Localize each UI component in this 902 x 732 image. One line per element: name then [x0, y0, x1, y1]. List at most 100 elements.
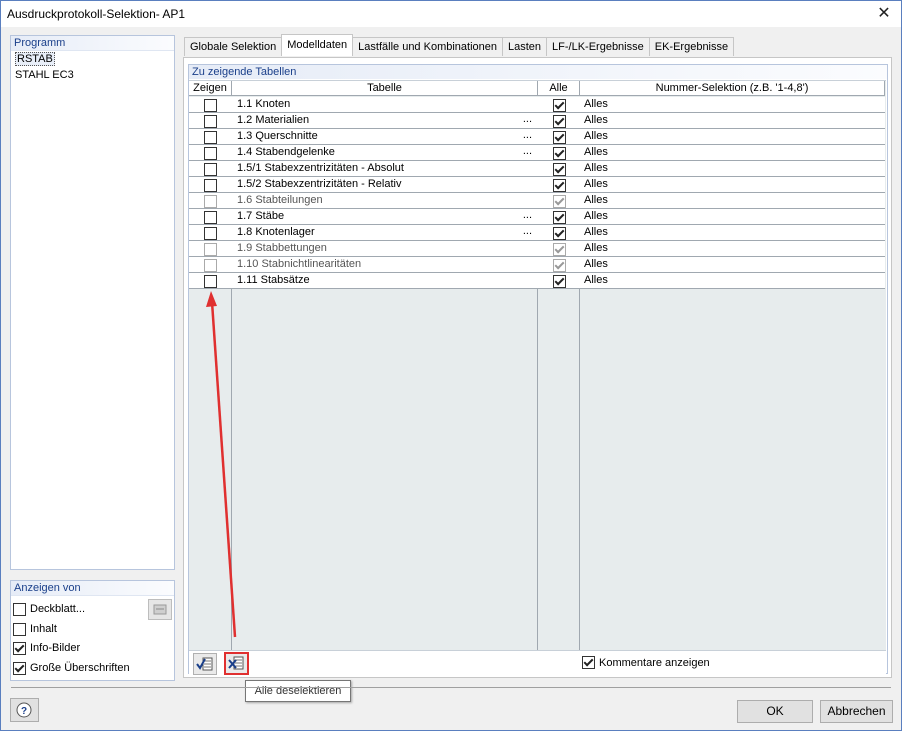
selection-cell[interactable]: Alles: [584, 177, 884, 192]
edit-sheet-icon: [153, 604, 167, 615]
table-toolbar: Kommentare anzeigen: [189, 650, 886, 675]
col-header-show: Zeigen: [189, 81, 232, 96]
table-row[interactable]: 1.4 Stabendgelenke... Alles: [189, 145, 885, 161]
footer-separator: [11, 687, 891, 688]
deckblatt-checkbox[interactable]: [13, 602, 26, 616]
show-checkbox[interactable]: [204, 99, 217, 112]
all-cell: [538, 113, 580, 128]
all-cell: [538, 145, 580, 160]
program-item-label: STAHL EC3: [15, 69, 74, 81]
ok-button[interactable]: OK: [737, 700, 813, 723]
all-checkbox[interactable]: [553, 275, 566, 288]
comments-toggle[interactable]: Kommentare anzeigen: [582, 656, 710, 669]
tab-panel-modelldaten: Zu zeigende Tabellen Zeigen Tabelle Alle…: [183, 57, 892, 678]
more-options-button[interactable]: ...: [523, 145, 532, 158]
show-checkbox[interactable]: [204, 259, 217, 272]
tab-lastfaelle[interactable]: Lastfälle und Kombinationen: [352, 37, 503, 56]
show-cell: [189, 129, 232, 144]
show-cell: [189, 145, 232, 160]
selection-cell[interactable]: Alles: [584, 129, 884, 144]
selection-cell[interactable]: Alles: [584, 273, 884, 288]
show-checkbox[interactable]: [204, 243, 217, 256]
deselect-all-icon: [228, 656, 244, 670]
table-row[interactable]: 1.9 Stabbettungen Alles: [189, 241, 885, 257]
show-checkbox[interactable]: [204, 147, 217, 160]
more-options-button[interactable]: ...: [523, 209, 532, 222]
all-checkbox[interactable]: [553, 163, 566, 176]
table-name-cell: 1.2 Materialien...: [237, 113, 532, 128]
deselect-all-button[interactable]: [224, 652, 249, 675]
selection-cell[interactable]: Alles: [584, 113, 884, 128]
show-checkbox[interactable]: [204, 131, 217, 144]
tab-ek-ergebnisse[interactable]: EK-Ergebnisse: [648, 37, 735, 56]
show-options-panel: Anzeigen von Deckblatt... Inhalt Info-Bi…: [10, 580, 175, 681]
inhalt-checkbox[interactable]: [13, 622, 26, 636]
all-checkbox[interactable]: [553, 195, 566, 208]
table-row[interactable]: 1.1 Knoten Alles: [189, 97, 885, 113]
tab-lf-lk-ergebnisse[interactable]: LF-/LK-Ergebnisse: [546, 37, 650, 56]
show-checkbox[interactable]: [204, 115, 217, 128]
table-row[interactable]: 1.7 Stäbe... Alles: [189, 209, 885, 225]
info-bilder-checkbox[interactable]: [13, 641, 26, 655]
all-checkbox[interactable]: [553, 243, 566, 256]
table-name-cell: 1.10 Stabnichtlinearitäten: [237, 257, 532, 272]
table-row[interactable]: 1.5/2 Stabexzentrizitäten - Relativ Alles: [189, 177, 885, 193]
more-options-button[interactable]: ...: [523, 129, 532, 142]
all-checkbox[interactable]: [553, 131, 566, 144]
selection-cell[interactable]: Alles: [584, 161, 884, 176]
close-icon[interactable]: ✕: [867, 1, 901, 27]
selection-cell[interactable]: Alles: [584, 257, 884, 272]
show-checkbox[interactable]: [204, 227, 217, 240]
grosse-ueberschriften-checkbox[interactable]: [13, 661, 26, 675]
program-item-rstab[interactable]: RSTAB: [11, 51, 174, 67]
show-checkbox[interactable]: [204, 179, 217, 192]
table-row[interactable]: 1.5/1 Stabexzentrizitäten - Absolut Alles: [189, 161, 885, 177]
show-checkbox[interactable]: [204, 211, 217, 224]
show-checkbox[interactable]: [204, 195, 217, 208]
table-name-cell: 1.4 Stabendgelenke...: [237, 145, 532, 160]
comments-checkbox[interactable]: [582, 656, 595, 669]
table-row[interactable]: 1.11 Stabsätze Alles: [189, 273, 885, 289]
show-checkbox[interactable]: [204, 163, 217, 176]
selection-cell[interactable]: Alles: [584, 193, 884, 208]
table-row[interactable]: 1.6 Stabteilungen Alles: [189, 193, 885, 209]
window-title: Ausdruckprotokoll-Selektion- AP1: [7, 7, 186, 21]
all-checkbox[interactable]: [553, 259, 566, 272]
table-row[interactable]: 1.10 Stabnichtlinearitäten Alles: [189, 257, 885, 273]
option-info-bilder[interactable]: Info-Bilder: [13, 640, 80, 656]
table-row[interactable]: 1.2 Materialien... Alles: [189, 113, 885, 129]
all-checkbox[interactable]: [553, 179, 566, 192]
all-checkbox[interactable]: [553, 147, 566, 160]
all-checkbox[interactable]: [553, 227, 566, 240]
show-checkbox[interactable]: [204, 275, 217, 288]
selection-cell[interactable]: Alles: [584, 97, 884, 112]
more-options-button[interactable]: ...: [523, 225, 532, 238]
option-grosse-ueberschriften[interactable]: Große Überschriften: [13, 660, 130, 676]
deckblatt-edit-button[interactable]: [148, 599, 172, 620]
cancel-button[interactable]: Abbrechen: [820, 700, 893, 723]
all-checkbox[interactable]: [553, 99, 566, 112]
option-inhalt[interactable]: Inhalt: [13, 621, 57, 637]
all-checkbox[interactable]: [553, 115, 566, 128]
all-checkbox[interactable]: [553, 211, 566, 224]
program-item-stahl-ec3[interactable]: STAHL EC3: [11, 67, 174, 83]
selection-cell[interactable]: Alles: [584, 241, 884, 256]
table-name: 1.5/1 Stabexzentrizitäten - Absolut: [237, 162, 404, 174]
help-button[interactable]: ?: [10, 698, 39, 722]
tab-modelldaten[interactable]: Modelldaten: [281, 34, 354, 56]
show-cell: [189, 193, 232, 208]
selection-cell[interactable]: Alles: [584, 225, 884, 240]
option-deckblatt[interactable]: Deckblatt...: [13, 601, 85, 617]
select-all-button[interactable]: [193, 653, 217, 675]
selection-cell[interactable]: Alles: [584, 209, 884, 224]
show-cell: [189, 177, 232, 192]
tab-lasten[interactable]: Lasten: [502, 37, 548, 56]
tooltip: Alle deselektieren: [245, 680, 351, 702]
table-name: 1.5/2 Stabexzentrizitäten - Relativ: [237, 178, 402, 190]
table-row[interactable]: 1.3 Querschnitte... Alles: [189, 129, 885, 145]
option-label: Inhalt: [30, 623, 57, 635]
selection-cell[interactable]: Alles: [584, 145, 884, 160]
table-row[interactable]: 1.8 Knotenlager... Alles: [189, 225, 885, 241]
more-options-button[interactable]: ...: [523, 113, 532, 126]
tab-globale-selektion[interactable]: Globale Selektion: [184, 37, 283, 56]
